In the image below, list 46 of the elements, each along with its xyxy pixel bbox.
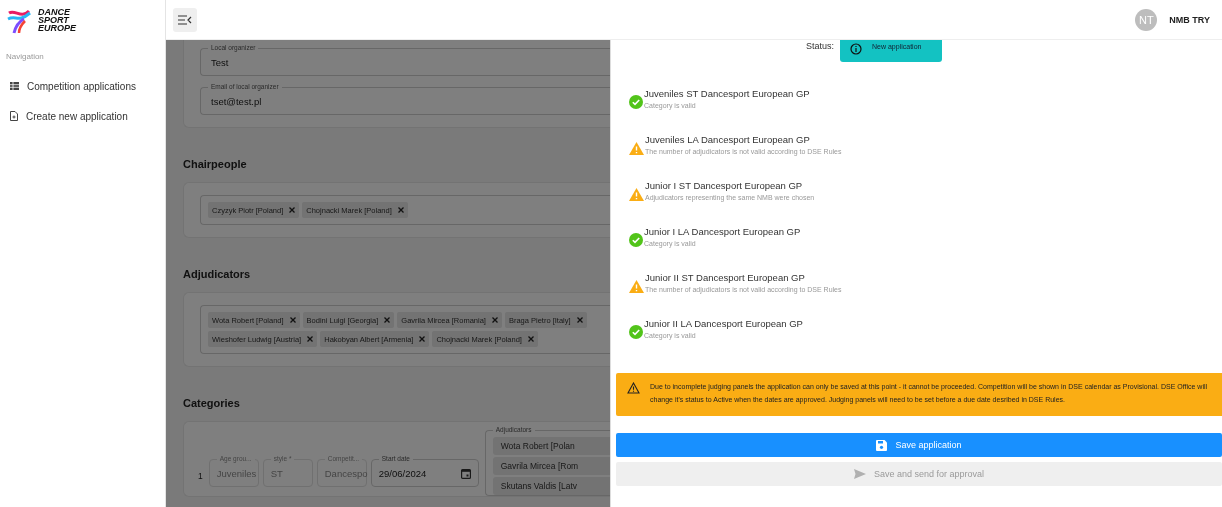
field-value: tset@test.pl bbox=[211, 95, 262, 107]
remove-icon[interactable] bbox=[419, 336, 426, 342]
send-icon bbox=[853, 469, 866, 479]
remove-icon[interactable] bbox=[527, 336, 534, 342]
field-value: Test bbox=[211, 56, 229, 68]
remove-icon[interactable] bbox=[307, 336, 314, 342]
section-heading: Adjudicators bbox=[183, 268, 252, 280]
warning-icon bbox=[629, 280, 644, 293]
category-title: Juveniles ST Dancesport European GP bbox=[644, 88, 810, 99]
remove-icon[interactable] bbox=[289, 317, 296, 323]
remove-icon[interactable] bbox=[384, 317, 391, 323]
menu-collapse-button[interactable] bbox=[173, 7, 197, 32]
warning-icon bbox=[629, 188, 644, 201]
category-title: Junior II ST Dancesport European GP bbox=[645, 272, 806, 283]
category-title: Junior I ST Dancesport European GP bbox=[645, 180, 804, 191]
remove-icon[interactable] bbox=[491, 317, 498, 323]
warning-icon bbox=[629, 142, 644, 155]
menu-collapse-icon bbox=[178, 14, 192, 25]
check-circle-icon bbox=[629, 95, 643, 109]
list-item[interactable]: Skutans Valdis [Latv bbox=[492, 477, 610, 495]
info-icon bbox=[850, 43, 862, 55]
list-item[interactable]: Gavrila Mircea [Rom bbox=[492, 457, 610, 475]
user-name: NMB TRY bbox=[1169, 14, 1210, 25]
remove-icon[interactable] bbox=[397, 207, 404, 213]
calendar-icon[interactable] bbox=[460, 467, 471, 479]
section-heading: Chairpeople bbox=[183, 158, 248, 170]
category-title: Juveniles LA Dancesport European GP bbox=[645, 134, 811, 145]
check-circle-icon bbox=[629, 233, 643, 247]
section-heading: Categories bbox=[183, 397, 241, 409]
remove-icon[interactable] bbox=[289, 207, 296, 213]
logo-text: DANCE SPORT EUROPE bbox=[38, 8, 76, 32]
row-number: 1 bbox=[198, 471, 203, 481]
table-icon bbox=[10, 82, 19, 90]
field-value: 29/06/2024 bbox=[378, 467, 427, 479]
warning-icon bbox=[627, 382, 640, 394]
section-label: Navigation bbox=[5, 51, 45, 63]
file-plus-icon bbox=[10, 111, 18, 121]
status-label: Status: bbox=[806, 41, 834, 51]
category-title: Junior I LA Dancesport European GP bbox=[644, 226, 801, 237]
remove-icon[interactable] bbox=[576, 317, 583, 323]
list-item[interactable]: Wota Robert [Polan bbox=[492, 437, 610, 455]
category-title: Junior II LA Dancesport European GP bbox=[644, 318, 803, 329]
nav-item[interactable]: Create new application bbox=[0, 101, 165, 131]
check-circle-icon bbox=[629, 325, 643, 339]
nav-item[interactable]: Competition applications bbox=[0, 71, 165, 101]
save-button[interactable]: Save application bbox=[616, 433, 1222, 457]
